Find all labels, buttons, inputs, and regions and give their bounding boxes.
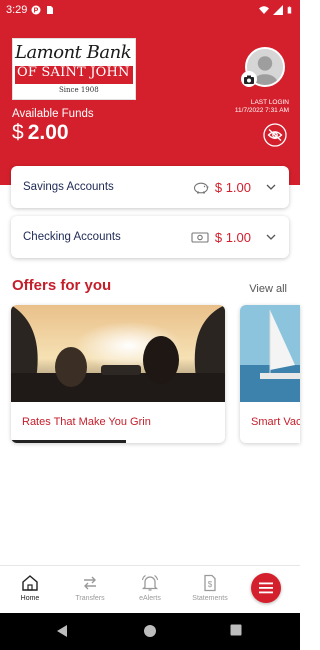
status-bar: 3:29 P [0,0,300,20]
recents-icon[interactable] [230,624,242,636]
last-login-label: LAST LOGIN [250,99,289,106]
transfer-icon [84,576,96,590]
notification-icon: P [31,5,41,15]
home-icon [22,575,38,591]
sim-card-icon [47,6,54,14]
home-circle-icon[interactable] [143,624,157,638]
nav-statements[interactable]: $ Statements [180,574,240,602]
account-currency: $ [214,229,223,245]
last-login-value: 11/7/2022 7:31 AM [234,107,289,114]
system-navigation-bar [0,613,300,650]
view-all-link[interactable]: View all [249,283,287,295]
nav-home[interactable]: Home [0,574,60,602]
logo-subtitle: OF SAINT JOHN [17,65,130,80]
bank-logo: Lamont Bank OF SAINT JOHN Since 1908 [12,38,136,100]
logo-since: Since 1908 [59,86,99,94]
currency-symbol: $ [12,121,24,144]
nav-label: Statements [192,595,228,602]
offer-title: Smart Vac [251,416,300,428]
available-funds-label: Available Funds [12,108,94,120]
offer-image [11,305,225,402]
account-amount: 1.00 [225,229,251,245]
status-time: 3:29 [6,4,28,16]
checking-accounts-card[interactable]: Checking Accounts $ 1.00 [11,216,289,258]
nav-label: Transfers [75,595,105,602]
account-name: Savings Accounts [23,181,114,193]
account-balance: $ 1.00 [215,230,251,245]
svg-text:P: P [34,8,39,15]
logo-name: Lamont Bank [15,42,132,63]
offer-card[interactable]: Rates That Make You Grin [11,305,225,443]
nav-ealerts[interactable]: eAlerts [120,574,180,602]
account-amount: 1.00 [225,179,251,195]
chevron-down-icon[interactable] [265,181,277,193]
camera-icon [244,75,254,84]
header-panel: Lamont Bank OF SAINT JOHN Since 1908 LAS… [0,20,300,185]
chevron-down-icon[interactable] [265,231,277,243]
offers-heading: Offers for you [12,277,112,294]
signal-icon [273,5,283,15]
piggy-bank-icon [193,182,209,193]
hamburger-menu-icon [259,582,273,594]
wifi-icon [259,6,269,14]
offer-card[interactable]: Smart Vac [240,305,300,443]
change-photo-button[interactable] [241,71,257,87]
back-icon[interactable] [56,624,68,638]
svg-text:$: $ [208,580,213,589]
account-name: Checking Accounts [23,231,121,243]
cash-icon [191,231,209,243]
funds-value: 2.00 [27,121,69,144]
account-balance: $ 1.00 [215,180,251,195]
offer-image [240,305,300,402]
available-funds-amount: $2.00 [12,121,69,145]
bell-icon [141,575,159,591]
savings-accounts-card[interactable]: Savings Accounts $ 1.00 [11,166,289,208]
menu-button[interactable] [251,573,281,603]
hide-balance-eye-icon[interactable] [263,123,287,147]
nav-label: Home [20,595,40,602]
offer-accent-bar [11,440,126,443]
last-login: LAST LOGIN 11/7/2022 7:31 AM [235,99,289,115]
offer-title: Rates That Make You Grin [22,416,151,428]
statement-icon: $ [204,574,216,592]
nav-label: eAlerts [139,595,161,602]
account-currency: $ [214,179,223,195]
battery-icon [287,6,292,14]
nav-transfers[interactable]: Transfers [60,574,120,602]
